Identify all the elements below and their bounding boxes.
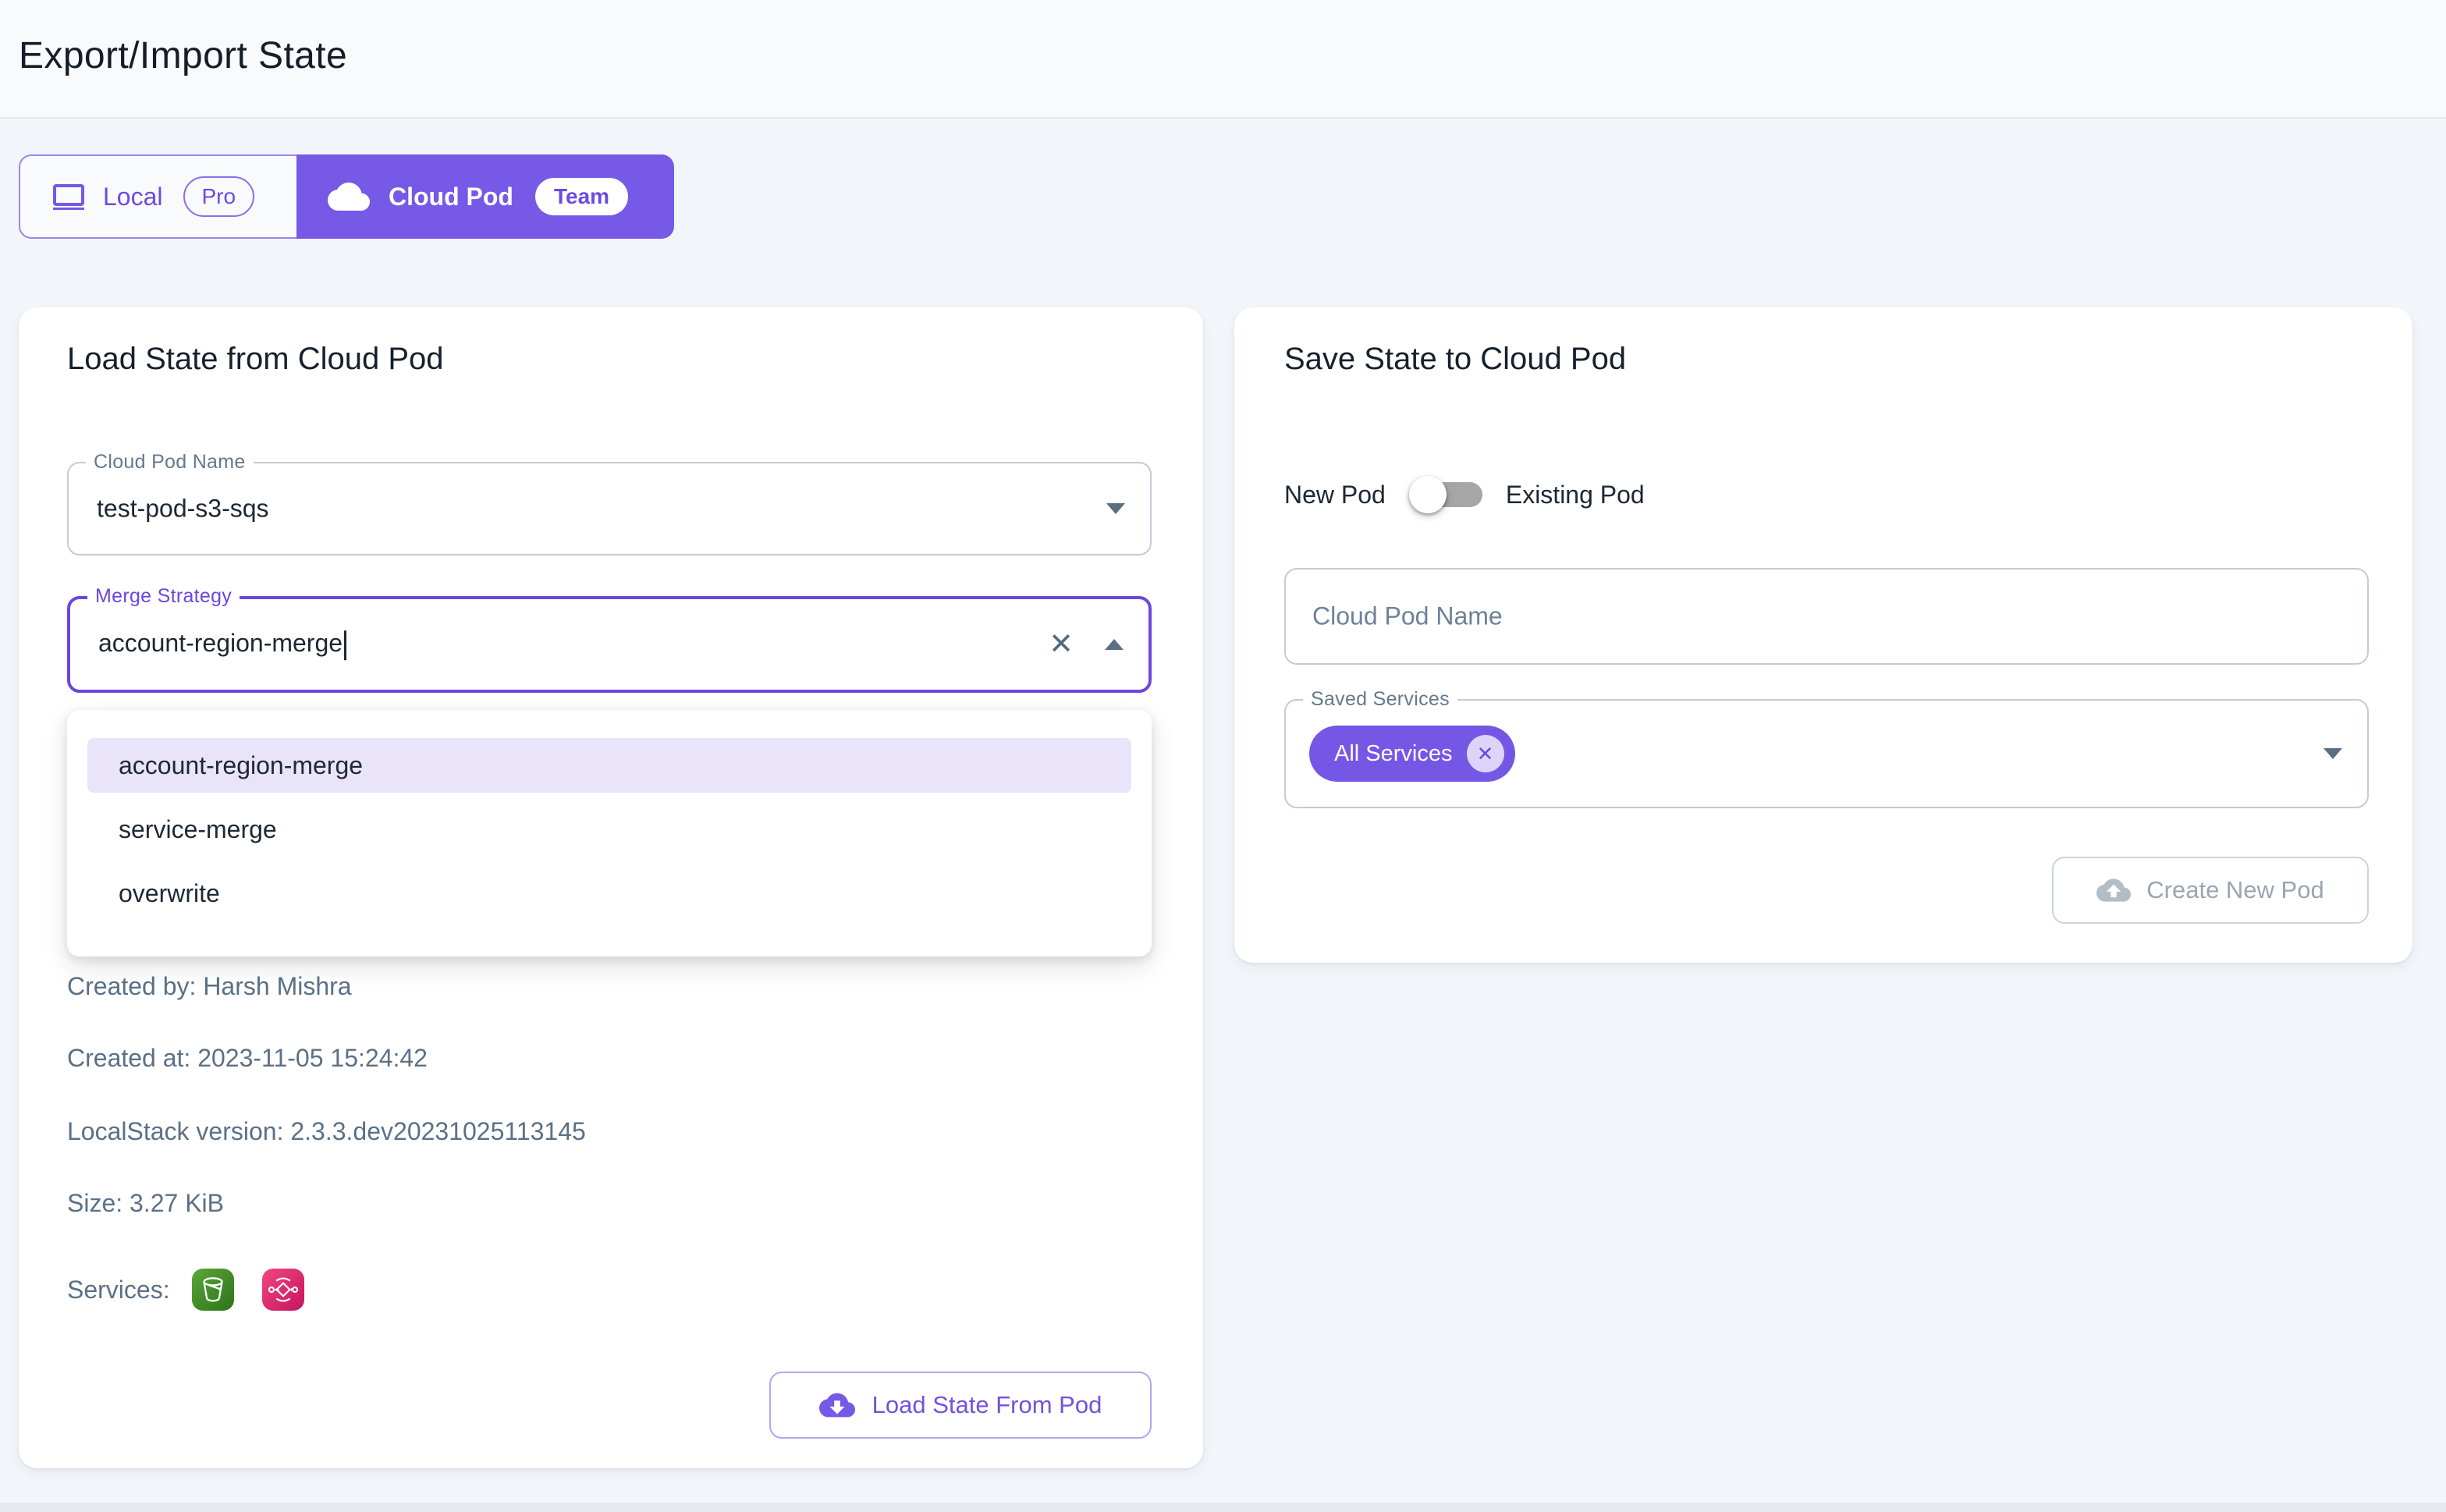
load-state-card: Load State from Cloud Pod Cloud Pod Name… [19,307,1203,1468]
chevron-down-icon [2324,748,2342,759]
new-pod-label: New Pod [1284,481,1386,509]
horizontal-scrollbar-track[interactable] [0,1503,2446,1512]
chevron-up-icon[interactable] [1105,639,1124,650]
team-badge: Team [535,178,628,215]
load-state-from-pod-button[interactable]: Load State From Pod [769,1372,1152,1439]
services-label: Services: [67,1276,170,1304]
merge-strategy-input[interactable]: Merge Strategy account-region-merge ✕ [67,596,1152,693]
meta-created-at: Created at: 2023-11-05 15:24:42 [67,1044,428,1073]
new-pod-name-placeholder: Cloud Pod Name [1312,602,1503,631]
s3-service-icon [192,1269,234,1311]
saved-services-select[interactable]: Saved Services All Services ✕ [1284,699,2369,808]
merge-strategy-label: Merge Strategy [87,585,240,608]
mode-toggle-group: Local Pro Cloud Pod Team [19,154,674,239]
cloud-pod-name-select[interactable]: Cloud Pod Name test-pod-s3-sqs [67,462,1152,555]
laptop-icon [50,178,87,215]
cloud-download-icon [819,1387,855,1423]
create-new-pod-button[interactable]: Create New Pod [2052,857,2369,924]
cloud-upload-icon [2096,873,2131,907]
merge-strategy-value: account-region-merge [98,629,346,660]
tab-cloud-pod-label: Cloud Pod [389,183,513,211]
pod-mode-toggle-row: New Pod Existing Pod [1284,476,1645,513]
cloud-pod-name-select-value: test-pod-s3-sqs [97,495,269,524]
meta-size: Size: 3.27 KiB [67,1189,224,1218]
load-button-label: Load State From Pod [872,1391,1102,1419]
new-pod-name-input[interactable]: Cloud Pod Name [1284,568,2369,665]
saved-services-label: Saved Services [1303,688,1457,711]
text-cursor [344,630,346,660]
dropdown-option-overwrite[interactable]: overwrite [87,866,1131,921]
tab-local[interactable]: Local Pro [19,154,296,239]
all-services-chip-label: All Services [1334,741,1453,767]
clear-icon[interactable]: ✕ [1049,630,1074,659]
pro-badge: Pro [183,176,255,217]
save-card-title: Save State to Cloud Pod [1284,342,1626,377]
all-services-chip[interactable]: All Services ✕ [1309,726,1515,782]
meta-localstack-version: LocalStack version: 2.3.3.dev20231025113… [67,1117,586,1146]
dropdown-option-service-merge[interactable]: service-merge [87,802,1131,857]
save-state-card: Save State to Cloud Pod New Pod Existing… [1234,307,2412,963]
dropdown-option-account-region-merge[interactable]: account-region-merge [87,738,1131,793]
cloud-icon [328,176,370,218]
meta-created-by: Created by: Harsh Mishra [67,972,352,1001]
new-existing-pod-switch[interactable] [1409,476,1482,513]
merge-strategy-dropdown: account-region-merge service-merge overw… [67,710,1152,957]
export-import-state-page: Export/Import State Local Pro Cloud Pod … [0,0,2446,1512]
switch-thumb [1409,476,1447,513]
load-card-title: Load State from Cloud Pod [67,342,444,377]
services-row: Services: [67,1269,332,1311]
create-button-label: Create New Pod [2146,876,2324,904]
existing-pod-label: Existing Pod [1506,481,1645,509]
sqs-service-icon [262,1269,304,1311]
chip-delete-icon[interactable]: ✕ [1467,735,1504,772]
tab-local-label: Local [103,183,163,211]
chevron-down-icon [1106,503,1125,514]
page-title: Export/Import State [19,34,347,77]
cloud-pod-name-select-label: Cloud Pod Name [86,451,254,474]
page-header: Export/Import State [0,0,2446,119]
tab-cloud-pod[interactable]: Cloud Pod Team [296,154,674,239]
